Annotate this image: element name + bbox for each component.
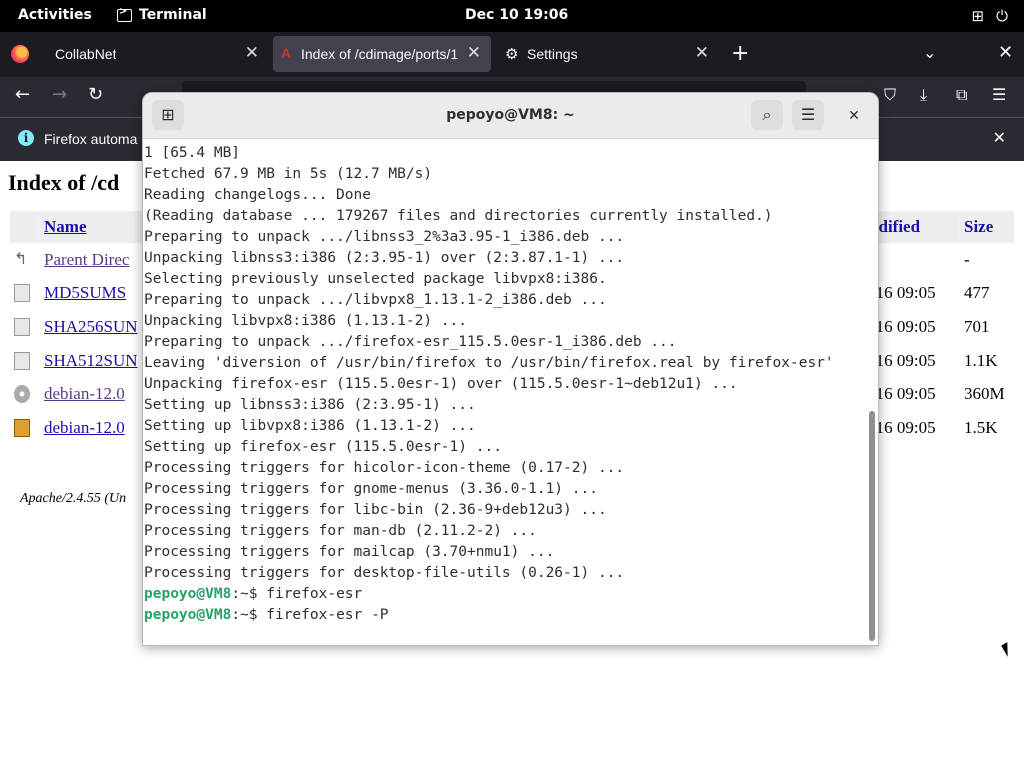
forward-icon[interactable]: → <box>52 84 67 105</box>
power-icon[interactable]: ⏻ <box>996 7 1008 25</box>
output-line: Setting up firefox-esr (115.5.0esr-1) ..… <box>144 439 502 455</box>
file-size: 477 <box>964 283 990 302</box>
extensions-icon[interactable]: ⧉ <box>956 85 967 105</box>
new-tab-button[interactable]: + <box>731 41 749 66</box>
file-date: -16 09:05 <box>870 317 936 336</box>
downloads-icon[interactable]: ⤓ <box>920 85 927 105</box>
file-size: - <box>964 250 970 269</box>
tab-collabnet[interactable]: CollabNet ✕ <box>43 36 269 72</box>
app-name: Terminal <box>139 7 207 23</box>
file-date: -16 09:05 <box>870 384 936 403</box>
text-file-icon <box>14 318 30 336</box>
output-line: Preparing to unpack .../libvpx8_1.13.1-2… <box>144 292 607 308</box>
output-line: Fetched 67.9 MB in 5s (12.7 MB/s) <box>144 166 433 182</box>
file-size: 701 <box>964 317 990 336</box>
archive-icon <box>14 419 30 437</box>
window-close-icon[interactable]: ✕ <box>998 42 1013 63</box>
tab-settings[interactable]: ⚙ Settings ✕ <box>497 36 719 72</box>
parent-directory-link[interactable]: Parent Direc <box>44 250 129 270</box>
back-icon[interactable]: ← <box>15 84 30 105</box>
output-line: (Reading database ... 179267 files and d… <box>144 208 773 224</box>
tab-label: CollabNet <box>55 46 117 62</box>
command-text: firefox-esr -P <box>266 607 389 623</box>
output-line: Leaving 'diversion of /usr/bin/firefox t… <box>144 355 834 371</box>
column-header-name[interactable]: Name <box>44 217 86 237</box>
output-line: Preparing to unpack .../libnss3_2%3a3.95… <box>144 229 625 245</box>
terminal-output[interactable]: 1 [65.4 MB] Fetched 67.9 MB in 5s (12.7 … <box>144 143 866 643</box>
reload-icon[interactable]: ↻ <box>88 84 103 105</box>
file-link[interactable]: SHA512SUN <box>44 351 138 371</box>
tab-close-icon[interactable]: ✕ <box>467 43 481 63</box>
notice-close-icon[interactable]: ✕ <box>993 128 1006 147</box>
app-menu-button[interactable]: Terminal <box>117 6 207 23</box>
network-icon[interactable]: ⊞ <box>972 7 985 25</box>
tab-index-of-cdimage[interactable]: A Index of /cdimage/ports/1 ✕ <box>273 36 491 72</box>
output-line: Unpacking libnss3:i386 (2:3.95-1) over (… <box>144 250 625 266</box>
output-line: Unpacking libvpx8:i386 (1.13.1-2) ... <box>144 313 468 329</box>
output-line: Processing triggers for gnome-menus (3.3… <box>144 481 598 497</box>
prompt-suffix: :~$ <box>231 586 267 602</box>
output-line: Preparing to unpack .../firefox-esr_115.… <box>144 334 677 350</box>
prompt-suffix: :~$ <box>231 607 267 623</box>
tab-close-icon[interactable]: ✕ <box>695 43 709 63</box>
close-icon[interactable]: ✕ <box>843 105 865 127</box>
activities-button[interactable]: Activities <box>18 7 92 23</box>
tab-label: Settings <box>527 46 578 62</box>
tab-close-icon[interactable]: ✕ <box>245 43 259 63</box>
firefox-logo-icon[interactable] <box>11 45 29 63</box>
output-line: 1 [65.4 MB] <box>144 145 241 161</box>
terminal-icon <box>117 6 132 22</box>
command-text: firefox-esr <box>266 586 363 602</box>
clock[interactable]: Dec 10 19:06 <box>465 7 568 23</box>
info-icon: i <box>18 130 34 146</box>
prompt-line: pepoyo@VM8:~$ firefox-esr <box>144 584 866 605</box>
hamburger-menu-icon[interactable]: ☰ <box>792 100 824 130</box>
tab-strip: CollabNet ✕ A Index of /cdimage/ports/1 … <box>0 32 1024 77</box>
list-all-tabs-icon[interactable]: ⌄ <box>923 43 936 62</box>
output-line: Processing triggers for libc-bin (2.36-9… <box>144 502 607 518</box>
shell-prompt: pepoyo@VM8 <box>144 607 232 623</box>
page-title: Index of /cd <box>8 170 120 195</box>
file-link[interactable]: SHA256SUN <box>44 317 138 337</box>
file-size: 360M <box>964 384 1005 403</box>
text-file-icon <box>14 352 30 370</box>
disc-image-icon <box>14 385 30 403</box>
file-link[interactable]: debian-12.0 <box>44 418 125 438</box>
file-size: 1.5K <box>964 418 998 437</box>
output-line: Processing triggers for man-db (2.11.2-2… <box>144 523 537 539</box>
pocket-icon[interactable]: ⛉ <box>884 85 896 105</box>
search-icon[interactable]: ⌕ <box>751 100 783 130</box>
file-link[interactable]: debian-12.0 <box>44 384 125 404</box>
file-size: 1.1K <box>964 351 998 370</box>
output-line: Setting up libnss3:i386 (2:3.95-1) ... <box>144 397 476 413</box>
output-line: Processing triggers for mailcap (3.70+nm… <box>144 544 555 560</box>
back-icon: ↰ <box>14 251 28 268</box>
file-link[interactable]: MD5SUMS <box>44 283 126 303</box>
output-line: Selecting previously unselected package … <box>144 271 607 287</box>
shell-prompt: pepoyo@VM8 <box>144 586 232 602</box>
gear-icon: ⚙ <box>505 46 519 63</box>
output-line: Setting up libvpx8:i386 (1.13.1-2) ... <box>144 418 476 434</box>
terminal-header-bar[interactable]: ⊞ pepoyo@VM8: ~ ⌕ ☰ ✕ <box>143 93 878 139</box>
tab-label: Index of /cdimage/ports/1 <box>301 46 459 62</box>
file-date: -16 09:05 <box>870 283 936 302</box>
gnome-top-bar: Activities Terminal Dec 10 19:06 ⊞ ⏻ <box>0 0 1024 32</box>
file-date: -16 09:05 <box>870 418 936 437</box>
prompt-line: pepoyo@VM8:~$ firefox-esr -P <box>144 605 866 626</box>
notice-text: Firefox automa <box>44 131 138 147</box>
terminal-window[interactable]: ⊞ pepoyo@VM8: ~ ⌕ ☰ ✕ 1 [65.4 MB] Fetche… <box>142 92 879 646</box>
output-line: Processing triggers for desktop-file-uti… <box>144 565 625 581</box>
output-line: Unpacking firefox-esr (115.5.0esr-1) ove… <box>144 376 738 392</box>
column-header-size[interactable]: Size <box>964 217 993 237</box>
file-date: -16 09:05 <box>870 351 936 370</box>
server-signature: Apache/2.4.55 (Un <box>20 491 127 506</box>
terminal-scrollbar[interactable] <box>869 411 875 641</box>
text-file-icon <box>14 284 30 302</box>
apache-favicon-icon: A <box>281 45 292 61</box>
output-line: Processing triggers for hicolor-icon-the… <box>144 460 625 476</box>
output-line: Reading changelogs... Done <box>144 187 371 203</box>
system-tray[interactable]: ⊞ ⏻ <box>972 7 1008 25</box>
menu-icon[interactable]: ☰ <box>992 85 1006 104</box>
